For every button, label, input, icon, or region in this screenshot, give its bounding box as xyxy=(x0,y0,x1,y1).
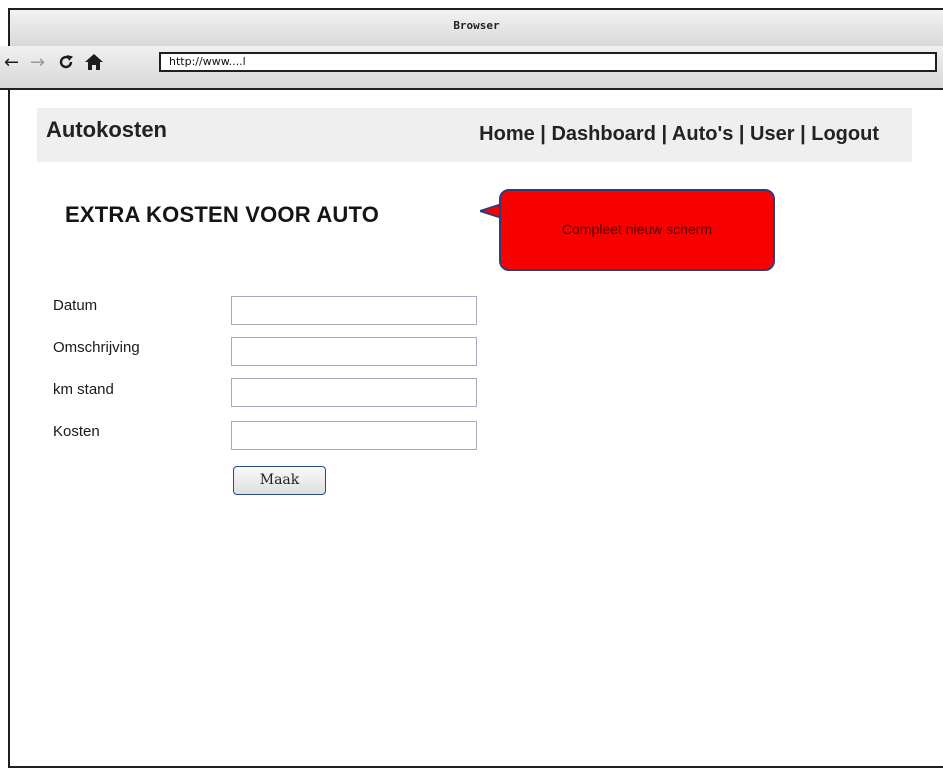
browser-title-bar: Browser xyxy=(10,10,943,47)
nav-separator: | xyxy=(655,123,672,145)
omschrijving-field[interactable] xyxy=(231,337,477,366)
main-nav: Home | Dashboard | Auto's | User | Logou… xyxy=(479,123,879,146)
home-icon[interactable] xyxy=(84,53,104,75)
nav-user-link[interactable]: User xyxy=(750,123,794,145)
nav-autos-link[interactable]: Auto's xyxy=(672,123,733,145)
browser-toolbar: ← → http://www....l xyxy=(0,46,943,90)
annotation-callout: Compleet nieuw scherm xyxy=(499,189,775,271)
nav-home-link[interactable]: Home xyxy=(479,123,535,145)
km-stand-field[interactable] xyxy=(231,378,477,407)
site-header: Autokosten Home | Dashboard | Auto's | U… xyxy=(37,108,912,162)
nav-separator: | xyxy=(733,123,751,145)
kosten-label: Kosten xyxy=(53,423,100,440)
maak-button[interactable]: Maak xyxy=(233,466,326,495)
km-stand-label: km stand xyxy=(53,381,114,398)
site-brand: Autokosten xyxy=(46,117,167,142)
datum-field[interactable] xyxy=(231,296,477,325)
page-title: EXTRA KOSTEN VOOR AUTO xyxy=(65,202,380,227)
reload-icon[interactable] xyxy=(57,53,75,75)
omschrijving-label: Omschrijving xyxy=(53,339,140,356)
page-content: Autokosten Home | Dashboard | Auto's | U… xyxy=(10,90,943,760)
nav-logout-link[interactable]: Logout xyxy=(811,123,879,145)
forward-arrow-icon[interactable]: → xyxy=(30,54,45,72)
callout-text: Compleet nieuw scherm xyxy=(561,221,713,237)
nav-dashboard-link[interactable]: Dashboard xyxy=(551,123,655,145)
datum-label: Datum xyxy=(53,297,98,314)
nav-separator: | xyxy=(794,123,812,145)
nav-separator: | xyxy=(534,123,552,145)
back-arrow-icon[interactable]: ← xyxy=(4,54,19,72)
url-bar[interactable]: http://www....l xyxy=(159,52,937,72)
kosten-field[interactable] xyxy=(231,421,477,450)
browser-title: Browser xyxy=(453,19,500,32)
